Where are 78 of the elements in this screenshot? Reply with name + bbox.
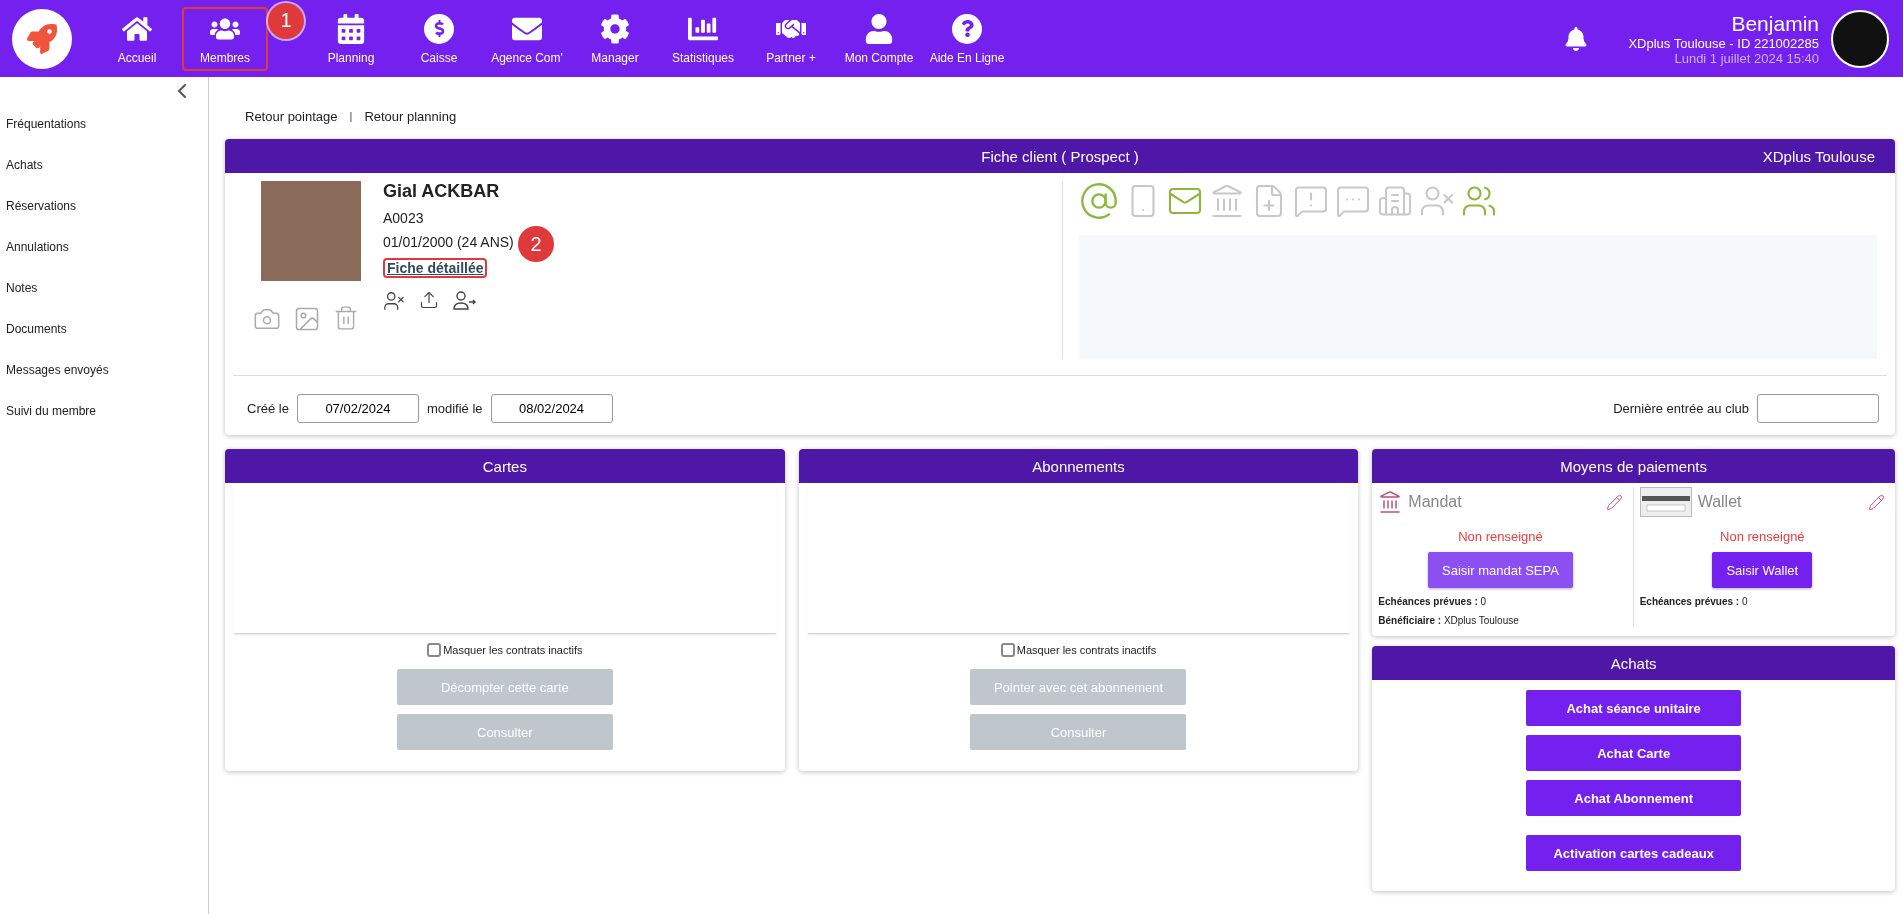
panel-title: Achats xyxy=(1610,654,1657,672)
step-marker: 1 xyxy=(268,2,304,39)
sidebar-item[interactable]: Documents xyxy=(6,308,208,349)
checkbox[interactable] xyxy=(1000,643,1015,657)
status-text: Non renseigné xyxy=(1458,529,1543,544)
birth-date: 01/01/2000 (24 ANS) xyxy=(383,234,514,250)
detail-text: Bénéficiaire : XDplus Toulouse xyxy=(1378,615,1519,626)
nav-item[interactable]: Accueil xyxy=(94,8,180,69)
status-text: Non renseigné xyxy=(1720,529,1805,544)
field-label: modifié le xyxy=(426,401,483,416)
back-link[interactable]: Retour pointage xyxy=(245,108,338,124)
nav-item[interactable]: Manager xyxy=(572,8,658,69)
sidebar-item[interactable]: Suivi du membre xyxy=(6,390,208,431)
checkbox-label: Masquer les contrats inactifs xyxy=(443,644,583,656)
club-name: XDplus Toulouse xyxy=(1762,147,1875,165)
purchase-button[interactable]: Achat séance unitaire xyxy=(1526,690,1742,726)
nav-item[interactable]: Statistiques xyxy=(660,8,746,69)
last-entry-field[interactable] xyxy=(1757,394,1879,423)
sidebar-item[interactable]: Réservations xyxy=(6,185,208,226)
nav-item[interactable]: Agence Com' xyxy=(484,8,570,69)
sidebar-item[interactable]: Achats xyxy=(6,144,208,185)
modified-date-field[interactable]: 08/02/2024 xyxy=(490,394,613,423)
panel-title: Moyens de paiements xyxy=(1560,457,1708,475)
entry-button[interactable]: Saisir mandat SEPA xyxy=(1428,552,1573,588)
club-id: XDplus Toulouse - ID 221002285 xyxy=(1628,35,1819,51)
purchase-button[interactable]: Achat Abonnement xyxy=(1526,780,1742,816)
chat-bubble-icon[interactable] xyxy=(1335,183,1371,219)
detail-link[interactable]: Fiche détaillée xyxy=(387,260,484,276)
avatar[interactable] xyxy=(1831,9,1889,68)
nav-item[interactable]: Caisse xyxy=(396,8,482,69)
user-x-icon[interactable] xyxy=(383,290,405,312)
sidebar-item[interactable]: Messages envoyés xyxy=(6,349,208,390)
user-icon xyxy=(864,12,894,45)
nav-item[interactable]: Membres xyxy=(186,8,264,69)
checkbox[interactable] xyxy=(427,643,442,657)
method-name: Mandat xyxy=(1408,493,1463,511)
purchase-button[interactable]: Activation cartes cadeaux xyxy=(1526,835,1742,871)
at-sign-icon[interactable] xyxy=(1079,181,1119,221)
building-icon[interactable] xyxy=(1377,183,1413,219)
pencil-icon[interactable] xyxy=(1868,493,1885,511)
card-title: Fiche client ( Prospect ) xyxy=(981,147,1139,165)
help-icon xyxy=(952,12,982,45)
date-time: Lundi 1 juillet 2024 15:40 xyxy=(1674,50,1819,66)
created-date-field[interactable]: 07/02/2024 xyxy=(296,394,419,423)
entry-button[interactable]: Saisir Wallet xyxy=(1712,552,1813,588)
bank-icon xyxy=(1378,490,1403,514)
bell-icon[interactable] xyxy=(1564,26,1589,51)
nav-item[interactable]: Partner + xyxy=(748,8,834,69)
client-name: Gial ACKBAR xyxy=(383,181,501,202)
checkbox-label: Masquer les contrats inactifs xyxy=(1016,644,1157,656)
user-name: Benjamin xyxy=(1731,11,1819,36)
image-icon[interactable] xyxy=(293,305,321,333)
sidebar-item[interactable]: Notes xyxy=(6,267,208,308)
nav-item[interactable]: Planning xyxy=(308,8,394,69)
field-label: Dernière entrée au club xyxy=(1613,401,1749,416)
pencil-icon[interactable] xyxy=(1605,493,1623,511)
method-name: Wallet xyxy=(1697,493,1743,511)
sidebar-item[interactable]: Annulations xyxy=(6,226,208,267)
detail-text: Echéances prévues : 0 xyxy=(1639,596,1748,607)
panel-title: Abonnements xyxy=(1032,457,1125,475)
trash-icon[interactable] xyxy=(333,305,359,333)
panel-title: Cartes xyxy=(482,457,527,475)
sidebar-item[interactable]: Fréquentations xyxy=(6,103,208,144)
dollar-icon xyxy=(424,12,454,45)
user-arrow-icon[interactable] xyxy=(453,290,477,310)
step-marker: 2 xyxy=(518,226,554,262)
card-drawing xyxy=(1639,487,1692,517)
alert-bubble-icon[interactable] xyxy=(1293,183,1329,219)
nav-item[interactable]: Aide En Ligne xyxy=(924,8,1010,69)
back-link[interactable]: Retour planning xyxy=(364,108,457,124)
nav-item[interactable]: Mon Compte xyxy=(836,8,922,69)
separator: | xyxy=(349,110,353,122)
purchase-button[interactable]: Achat Carte xyxy=(1526,735,1742,771)
settings-icon xyxy=(600,12,630,45)
field-label: Créé le xyxy=(247,401,289,416)
detail-text: Echéances prévues : 0 xyxy=(1378,596,1487,607)
client-code: A0023 xyxy=(383,210,425,226)
calendar-icon xyxy=(336,12,366,45)
